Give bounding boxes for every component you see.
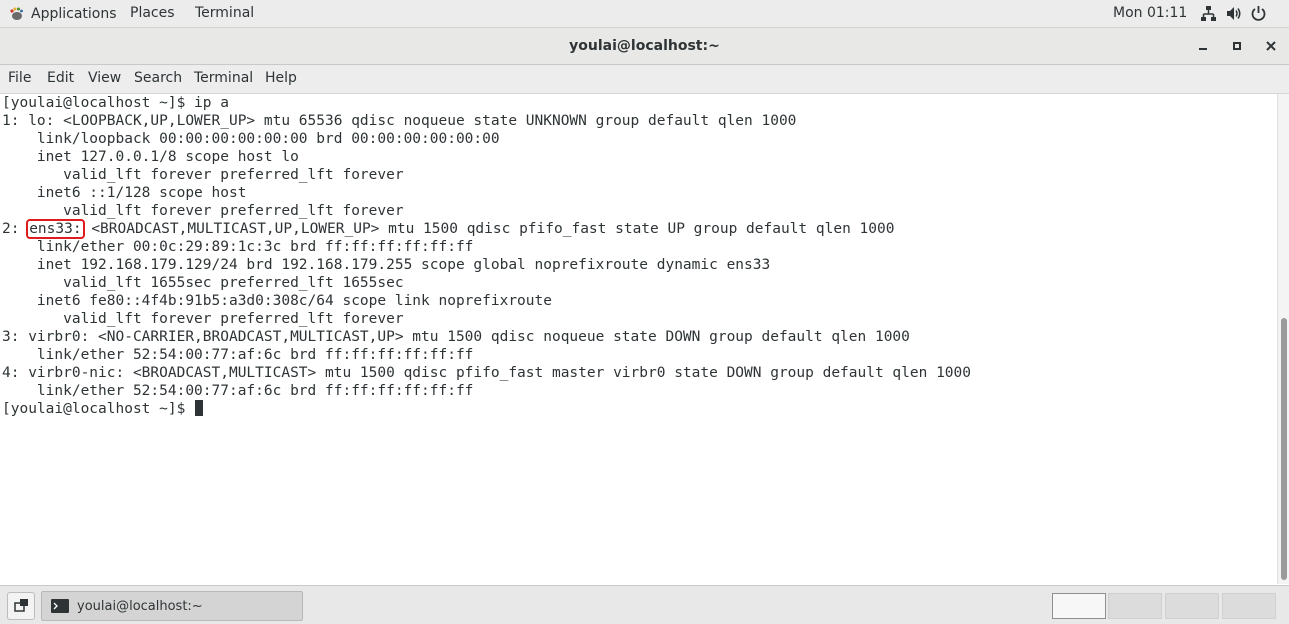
ens33-prefix: 2:	[2, 221, 29, 237]
workspace-3[interactable]	[1165, 593, 1219, 619]
terminal-line: link/loopback 00:00:00:00:00:00 brd 00:0…	[2, 131, 500, 147]
terminal-line: inet 127.0.0.1/8 scope host lo	[2, 149, 299, 165]
gnome-foot-icon	[10, 7, 23, 20]
prompt: [youlai@localhost ~]$	[2, 401, 195, 417]
ens33-rest: <BROADCAST,MULTICAST,UP,LOWER_UP> mtu 15…	[82, 221, 895, 237]
network-icon[interactable]	[1200, 5, 1217, 22]
close-icon	[1266, 41, 1276, 51]
terminal-line: valid_lft forever preferred_lft forever	[2, 203, 404, 219]
applications-label: Applications	[31, 5, 117, 22]
terminal-line: 4: virbr0-nic: <BROADCAST,MULTICAST> mtu…	[2, 365, 972, 381]
terminal-output-area[interactable]: [youlai@localhost ~]$ ip a 1: lo: <LOOPB…	[0, 94, 1277, 584]
terminal-line: inet6 ::1/128 scope host	[2, 185, 247, 201]
terminal-line: link/ether 00:0c:29:89:1c:3c brd ff:ff:f…	[2, 239, 474, 255]
menu-terminal[interactable]: Terminal	[194, 65, 253, 93]
applications-menu[interactable]: Applications	[8, 0, 117, 27]
terminal-line: [youlai@localhost ~]$ ip a	[2, 95, 229, 111]
taskbar-window-label: youlai@localhost:~	[77, 598, 203, 614]
close-button[interactable]	[1262, 37, 1280, 55]
terminal-text: [youlai@localhost ~]$ ip a 1: lo: <LOOPB…	[2, 94, 971, 418]
terminal-line: valid_lft forever preferred_lft forever	[2, 167, 404, 183]
text-cursor	[195, 400, 204, 416]
terminal-line-ens33: 2: ens33: <BROADCAST,MULTICAST,UP,LOWER_…	[2, 219, 971, 239]
menu-edit[interactable]: Edit	[47, 65, 74, 93]
terminal-line: 3: virbr0: <NO-CARRIER,BROADCAST,MULTICA…	[2, 329, 910, 345]
show-desktop-icon	[14, 599, 28, 612]
workspace-2[interactable]	[1108, 593, 1162, 619]
maximize-button[interactable]	[1228, 37, 1246, 55]
ens33-highlight: ens33:	[26, 219, 85, 239]
terminal-line: inet 192.168.179.129/24 brd 192.168.179.…	[2, 257, 771, 273]
maximize-icon	[1233, 42, 1241, 50]
terminal-line: valid_lft 1655sec preferred_lft 1655sec	[2, 275, 404, 291]
show-desktop-button[interactable]	[7, 592, 35, 620]
minimize-icon	[1199, 48, 1207, 50]
menu-bar: File Edit View Search Terminal Help	[0, 65, 1289, 94]
terminal-icon	[51, 599, 69, 613]
gnome-top-bar: Applications Places Terminal Mon 01:11	[0, 0, 1289, 28]
terminal-line: valid_lft forever preferred_lft forever	[2, 311, 404, 327]
terminal-app-menu[interactable]: Terminal	[195, 0, 254, 27]
volume-icon[interactable]	[1225, 5, 1242, 22]
prompt-line: [youlai@localhost ~]$	[2, 400, 971, 418]
menu-file[interactable]: File	[8, 65, 31, 93]
workspace-1[interactable]	[1052, 593, 1106, 619]
window-titlebar[interactable]: youlai@localhost:~	[0, 28, 1289, 65]
terminal-line: inet6 fe80::4f4b:91b5:a3d0:308c/64 scope…	[2, 293, 552, 309]
terminal-line: link/ether 52:54:00:77:af:6c brd ff:ff:f…	[2, 347, 474, 363]
system-tray[interactable]	[1200, 5, 1267, 22]
menu-view[interactable]: View	[88, 65, 121, 93]
terminal-scrollbar[interactable]	[1277, 94, 1289, 584]
workspace-4[interactable]	[1222, 593, 1276, 619]
terminal-line: link/ether 52:54:00:77:af:6c brd ff:ff:f…	[2, 383, 474, 399]
minimize-button[interactable]	[1194, 37, 1212, 55]
clock[interactable]: Mon 01:11	[1113, 0, 1187, 27]
window-title: youlai@localhost:~	[569, 38, 720, 54]
taskbar-window-terminal[interactable]: youlai@localhost:~	[41, 591, 303, 621]
window-list-bar: youlai@localhost:~	[0, 585, 1289, 624]
scrollbar-thumb[interactable]	[1281, 318, 1287, 580]
terminal-line: 1: lo: <LOOPBACK,UP,LOWER_UP> mtu 65536 …	[2, 113, 797, 129]
places-menu[interactable]: Places	[130, 0, 175, 27]
menu-help[interactable]: Help	[265, 65, 297, 93]
menu-search[interactable]: Search	[134, 65, 182, 93]
power-icon[interactable]	[1250, 5, 1267, 22]
